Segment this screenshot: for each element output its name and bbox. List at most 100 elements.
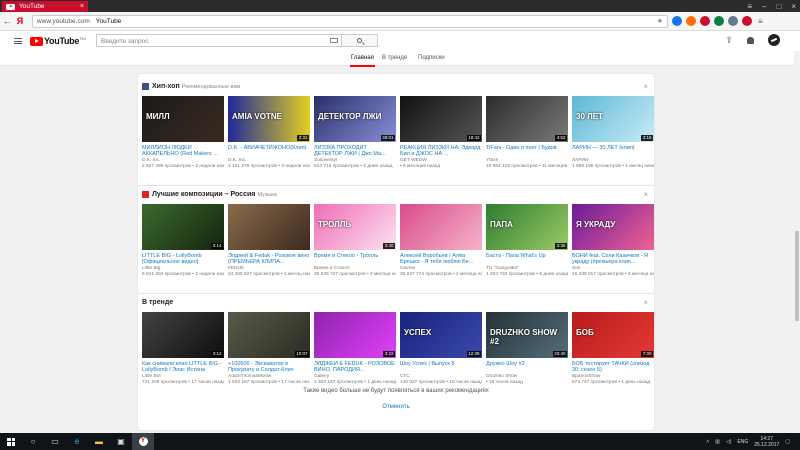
browser-tab[interactable]: YouTube × <box>2 1 88 12</box>
tab-close-icon[interactable]: × <box>80 3 84 10</box>
url-field[interactable]: www.youtube.com YouTube ★ <box>32 14 668 28</box>
shelf-channel-icon[interactable] <box>142 191 149 198</box>
video-title[interactable]: Алексей Воробьев / Алёа Брешко - Я тебя … <box>400 253 482 266</box>
video-title[interactable]: +100500 - Экскаватор в Прокурату и Солда… <box>228 361 310 374</box>
extension-icon[interactable] <box>714 16 724 26</box>
shelf-title[interactable]: В тренде <box>142 299 173 306</box>
video-card[interactable]: ТРОЛЛЬ 3:40 Время и Стекло - Тролль Время и… <box>314 204 396 278</box>
extension-icon[interactable] <box>700 16 710 26</box>
extension-icon[interactable] <box>728 16 738 26</box>
video-card[interactable]: Я УКРАДУ ВОНИ feat. Соли Казачков - Я укр… <box>572 204 654 278</box>
video-card[interactable]: DRUZHKO SHOW #2 33:40 Дружко Шоу #2 Druzhko… <box>486 312 568 386</box>
dismiss-shelf-icon[interactable]: × <box>643 82 648 91</box>
store-icon[interactable]: ▣ <box>110 433 132 450</box>
video-thumbnail[interactable]: 30 ЛЕТ 3:16 <box>572 96 654 142</box>
shelf-title[interactable]: Лучшие композиции – Россия <box>152 191 255 198</box>
dismiss-shelf-icon[interactable]: × <box>643 298 648 307</box>
video-thumbnail[interactable]: МИЛЛ <box>142 96 224 142</box>
search-button[interactable] <box>342 34 378 47</box>
video-thumbnail[interactable]: Я УКРАДУ <box>572 204 654 250</box>
video-thumbnail[interactable]: 4:52 <box>486 96 568 142</box>
video-thumbnail[interactable] <box>228 204 310 250</box>
video-card[interactable]: 4:52 TiFani - Один я поет | Будов Yfaxri 19… <box>486 96 568 170</box>
video-card[interactable]: ПАПА 3:35 Баста - Папа What's Up TU "Gazgol… <box>486 204 568 278</box>
video-title[interactable]: Как снимали клип LITTLE BIG - LollyBomb … <box>142 361 224 374</box>
video-title[interactable]: ЭЛДЖЕЙ & FEDUK - РОЗОВОЕ ВИНО. ПАРОДИЯ..… <box>314 361 396 374</box>
video-thumbnail[interactable]: ПАПА 3:35 <box>486 204 568 250</box>
video-title[interactable]: TiFani - Один я поет | Будов <box>486 145 568 158</box>
keyboard-icon[interactable] <box>330 38 338 43</box>
close-icon[interactable]: × <box>791 2 796 11</box>
video-thumbnail[interactable] <box>400 204 482 250</box>
menu-icon[interactable]: ≡ <box>747 2 752 11</box>
video-card[interactable]: 18:42 РЕАКЦИЯ ЛИЗЗКИ НА: Эдвард Бил и ДЖО… <box>400 96 482 170</box>
search-input[interactable]: Введите запрос <box>96 34 342 47</box>
video-title[interactable]: Дружко Шоу #2 <box>486 361 568 374</box>
video-title[interactable]: Элджей & Feduk - Розовое вино (ПРЕМЬЕРА … <box>228 253 310 266</box>
notifications-icon[interactable]: ▢ <box>785 439 790 445</box>
maximize-icon[interactable]: □ <box>776 2 781 11</box>
video-thumbnail[interactable]: DRUZHKO SHOW #2 33:40 <box>486 312 568 358</box>
video-thumbnail[interactable]: 3:14 <box>142 204 224 250</box>
shelf-channel-icon[interactable] <box>142 83 149 90</box>
video-title[interactable]: Шоу Успех | Выпуск 8 <box>400 361 482 374</box>
scrollbar-thumb[interactable] <box>795 231 799 321</box>
task-view-icon[interactable]: ▭ <box>44 433 66 450</box>
video-card[interactable]: МИЛЛ МИЛЛИОН ЛЮДЕЙ АККАПЕЛЬНО (Red Makers… <box>142 96 224 170</box>
video-thumbnail[interactable]: 10:07 <box>228 312 310 358</box>
explorer-icon[interactable]: ▬ <box>88 433 110 450</box>
video-title[interactable]: Время и Стекло - Тролль <box>314 253 396 266</box>
yandex-icon[interactable]: Я <box>14 16 26 26</box>
extension-icon[interactable] <box>686 16 696 26</box>
undo-link[interactable]: Отменить <box>138 404 654 410</box>
yandex-taskbar-icon[interactable]: Y <box>132 433 154 450</box>
video-card[interactable]: 10:07 +100500 - Экскаватор в Прокурату и … <box>228 312 310 386</box>
avatar[interactable] <box>768 34 780 46</box>
video-title[interactable]: МИЛЛИОН ЛЮДЕЙ АККАПЕЛЬНО (Red Makers ... <box>142 145 224 158</box>
guide-menu-icon[interactable] <box>14 38 22 44</box>
back-icon[interactable]: ← <box>0 16 14 26</box>
edge-icon[interactable]: e <box>66 433 88 450</box>
video-title[interactable]: Баста - Папа What's Up <box>486 253 568 266</box>
video-card[interactable]: УСПЕХ 12:39 Шоу Успех | Выпуск 8 СТС 140 027… <box>400 312 482 386</box>
extension-icon[interactable] <box>742 16 752 26</box>
video-title[interactable]: D.K. - АВИАЧЕТИЖОНО(Клип) <box>228 145 310 158</box>
search-taskbar-icon[interactable]: ○ <box>22 433 44 450</box>
language-indicator[interactable]: ENG <box>737 439 748 445</box>
shelf-title[interactable]: Хип-хоп <box>152 83 180 90</box>
youtube-logo[interactable]: YouTube RU <box>30 36 86 46</box>
network-icon[interactable]: ▥ <box>715 439 720 445</box>
video-card[interactable]: БОБ 7:00 БОБ тестирует ТАЧКИ (эпизод 30, с… <box>572 312 654 386</box>
scrollbar[interactable] <box>794 51 800 433</box>
video-card[interactable]: 3:22 ЭЛДЖЕЙ & FEDUK - РОЗОВОЕ ВИНО. ПАРОД… <box>314 312 396 386</box>
video-card[interactable]: ДЕТЕКТОР ЛЖИ 39:01 ЛИЗЗКА ПРОХОДИТ ДЕТЕКТО… <box>314 96 396 170</box>
dismiss-shelf-icon[interactable]: × <box>643 190 648 199</box>
video-card[interactable]: AMIA VOTNE 2:31 D.K. - АВИАЧЕТИЖОНО(Клип) D… <box>228 96 310 170</box>
tab-trending[interactable]: В тренде <box>382 55 407 61</box>
tab-subscriptions[interactable]: Подписки <box>418 55 445 61</box>
start-button[interactable] <box>0 433 22 450</box>
video-thumbnail[interactable]: ДЕТЕКТОР ЛЖИ 39:01 <box>314 96 396 142</box>
clock[interactable]: 14:27 25.12.2017 <box>754 436 779 448</box>
video-thumbnail[interactable]: 3:12 <box>142 312 224 358</box>
video-thumbnail[interactable]: 18:42 <box>400 96 482 142</box>
video-title[interactable]: БОБ тестирует ТАЧКИ (эпизод 30, сезон 5) <box>572 361 654 374</box>
video-thumbnail[interactable]: УСПЕХ 12:39 <box>400 312 482 358</box>
upload-icon[interactable]: ⇪ <box>725 35 733 46</box>
video-thumbnail[interactable]: AMIA VOTNE 2:31 <box>228 96 310 142</box>
minimize-icon[interactable]: – <box>762 2 766 11</box>
video-card[interactable]: 30 ЛЕТ 3:16 ЛАРИН — 30 ЛЕТ (клип) ЛАРИН 1 88… <box>572 96 654 170</box>
video-card[interactable]: Алексей Воробьев / Алёа Брешко - Я тебя … <box>400 204 482 278</box>
video-title[interactable]: ЛИЗЗКА ПРОХОДИТ ДЕТЕКТОР ЛЖИ | Джо Ма... <box>314 145 396 158</box>
browser-menu-icon[interactable]: ≡ <box>758 17 763 26</box>
video-title[interactable]: РЕАКЦИЯ ЛИЗЗКИ НА: Эдвард Бил и ДЖОС НА … <box>400 145 482 158</box>
video-title[interactable]: LITTLE BIG - LollyBomb [Официальное виде… <box>142 253 224 266</box>
tray-chevron-icon[interactable]: ˄ <box>706 439 709 445</box>
video-thumbnail[interactable]: 3:22 <box>314 312 396 358</box>
video-card[interactable]: 3:12 Как снимали клип LITTLE BIG - LollyB… <box>142 312 224 386</box>
bell-icon[interactable] <box>747 36 754 44</box>
video-title[interactable]: ЛАРИН — 30 ЛЕТ (клип) <box>572 145 654 158</box>
tab-home[interactable]: Главная <box>350 55 375 67</box>
video-thumbnail[interactable]: БОБ 7:00 <box>572 312 654 358</box>
video-title[interactable]: ВОНИ feat. Соли Казачков - Я украду (пре… <box>572 253 654 266</box>
